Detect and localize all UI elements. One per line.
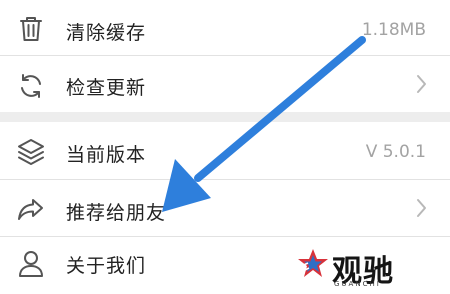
cache-size-value: 1.18MB	[361, 20, 426, 40]
user-icon	[14, 247, 48, 281]
settings-item-label: 检查更新	[66, 77, 147, 99]
settings-item-label: 当前版本	[66, 144, 147, 166]
trash-icon	[14, 12, 48, 46]
layers-icon	[14, 135, 48, 169]
watermark-brand-en: GUANCHI	[334, 280, 381, 288]
settings-item-current-version: 当前版本 V 5.0.1	[0, 122, 450, 179]
settings-item-label: 关于我们	[66, 255, 147, 277]
settings-item-label: 推荐给朋友	[66, 202, 167, 224]
watermark-logo: 观驰 GUANCHI	[296, 246, 412, 292]
settings-item-recommend-friends[interactable]: 推荐给朋友	[0, 180, 450, 236]
version-value: V 5.0.1	[365, 142, 426, 162]
settings-item-check-update[interactable]: 检查更新	[0, 56, 450, 112]
chevron-right-icon	[414, 196, 428, 220]
refresh-icon	[14, 69, 48, 103]
star-logo-icon	[296, 249, 328, 277]
settings-item-label: 清除缓存	[66, 22, 147, 44]
settings-item-clear-cache[interactable]: 清除缓存 1.18MB	[0, 0, 450, 55]
chevron-right-icon	[414, 72, 428, 96]
share-icon	[14, 192, 48, 226]
